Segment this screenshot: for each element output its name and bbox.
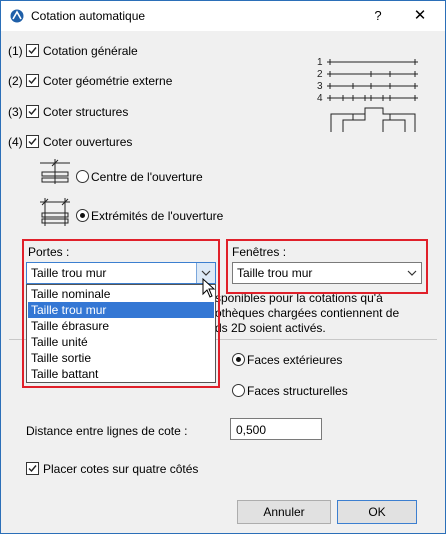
doors-option-taille-sortie[interactable]: Taille sortie (28, 350, 214, 366)
doors-label: Portes : (28, 245, 70, 259)
four-sides-checkbox[interactable] (26, 462, 39, 475)
checkmark-icon (28, 138, 37, 146)
help-button[interactable]: ? (366, 5, 390, 27)
distance-value: 0,500 (236, 423, 267, 437)
option-2-number: (2) (8, 74, 23, 88)
doors-option-taille-trou-mur[interactable]: Taille trou mur (28, 302, 214, 318)
windows-size-value: Taille trou mur (237, 266, 313, 280)
chevron-down-icon (407, 270, 417, 276)
doors-option-taille-battant[interactable]: Taille battant (28, 366, 214, 382)
option-4-number: (4) (8, 135, 23, 149)
coter-geometrie-externe-label: Coter géométrie externe (43, 74, 173, 88)
doors-option-taille-nominale[interactable]: Taille nominale (28, 286, 214, 302)
ends-opening-radio[interactable] (76, 209, 89, 222)
dialog-content: (1) Cotation générale (2) Coter géométri… (1, 32, 445, 533)
opening-ends-icon (40, 198, 70, 226)
radio-selected-dot (80, 213, 85, 218)
ok-button[interactable]: OK (337, 500, 417, 524)
archicad-logo-icon (10, 9, 24, 23)
distance-input[interactable]: 0,500 (230, 418, 322, 440)
windows-size-select[interactable]: Taille trou mur (232, 262, 422, 284)
option-3-number: (3) (8, 105, 23, 119)
window-title: Cotation automatique (31, 9, 146, 23)
cotation-generale-checkbox[interactable] (26, 44, 39, 57)
note-line-2: othèques chargées contiennent de (215, 306, 400, 320)
four-sides-label: Placer cotes sur quatre côtés (43, 462, 199, 476)
close-button[interactable]: ✕ (405, 5, 435, 27)
level-1-label: 1 (317, 57, 323, 68)
checkmark-icon (28, 465, 37, 473)
exterior-faces-radio[interactable] (232, 353, 245, 366)
note-line-3: ds 2D soient activés. (215, 321, 326, 335)
center-opening-label: Centre de l'ouverture (91, 170, 203, 184)
mouse-cursor-icon (202, 278, 216, 298)
coter-geometrie-externe-checkbox[interactable] (26, 74, 39, 87)
title-bar: Cotation automatique ? ✕ (1, 1, 445, 31)
doors-size-value: Taille trou mur (31, 266, 107, 280)
dimension-levels-diagram-icon: 1 2 3 4 (317, 57, 418, 132)
doors-size-dropdown-list: Taille nominale Taille trou mur Taille é… (26, 284, 216, 383)
cotation-generale-label: Cotation générale (43, 44, 138, 58)
coter-structures-label: Coter structures (43, 105, 129, 119)
center-opening-radio[interactable] (76, 170, 89, 183)
opening-center-icon (40, 159, 70, 184)
cancel-button[interactable]: Annuler (237, 500, 331, 524)
exterior-faces-label: Faces extérieures (247, 353, 343, 367)
structural-faces-label: Faces structurelles (247, 384, 348, 398)
checkmark-icon (28, 108, 37, 116)
level-3-label: 3 (317, 81, 323, 92)
doors-size-select[interactable]: Taille trou mur (26, 262, 216, 284)
checkmark-icon (28, 47, 37, 55)
coter-ouvertures-label: Coter ouvertures (43, 135, 133, 149)
ends-opening-label: Extrémités de l'ouverture (91, 209, 224, 223)
option-1-number: (1) (8, 44, 23, 58)
windows-label: Fenêtres : (232, 245, 287, 259)
dialog-window: Cotation automatique ? ✕ (1) Cotation gé… (0, 0, 446, 534)
level-2-label: 2 (317, 69, 323, 80)
distance-label: Distance entre lignes de cote : (26, 424, 188, 438)
checkmark-icon (28, 77, 37, 85)
coter-structures-checkbox[interactable] (26, 105, 39, 118)
doors-option-taille-ebrasure[interactable]: Taille ébrasure (28, 318, 214, 334)
structural-faces-radio[interactable] (232, 384, 245, 397)
doors-option-taille-unite[interactable]: Taille unité (28, 334, 214, 350)
coter-ouvertures-checkbox[interactable] (26, 135, 39, 148)
radio-selected-dot (236, 357, 241, 362)
level-4-label: 4 (317, 93, 323, 104)
